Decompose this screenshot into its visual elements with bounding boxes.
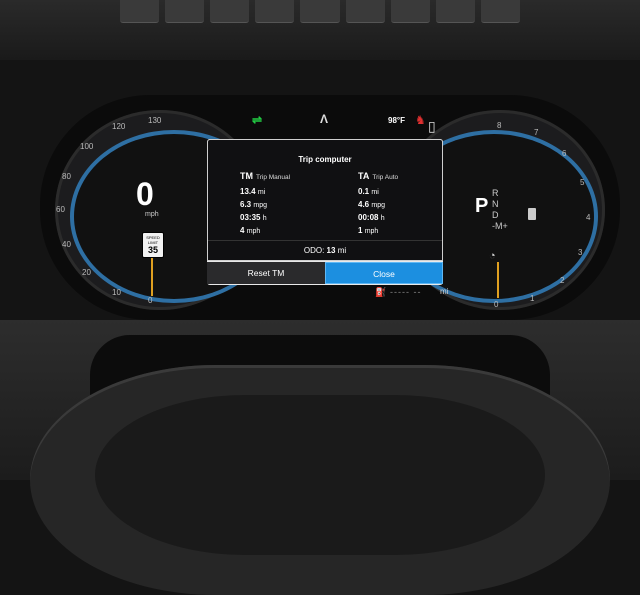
door-open-icon: ▯ bbox=[428, 118, 436, 134]
speed-tick: 0 bbox=[148, 296, 153, 305]
battery-icon bbox=[528, 208, 536, 220]
trip-auto-time: 00:08 h bbox=[358, 211, 458, 224]
rpm-tick: 3 bbox=[578, 248, 583, 257]
trip-computer-panel: Trip computer TM Trip Manual 13.4 mi 6.3 … bbox=[207, 139, 443, 261]
gear-list: R N D -M+ bbox=[492, 188, 508, 232]
adaptive-cruise-icon: ⇌ bbox=[252, 113, 263, 127]
unit: mpg bbox=[371, 202, 385, 209]
value: 4 bbox=[240, 226, 245, 235]
gear-selected: P bbox=[475, 195, 489, 217]
trip-auto-distance: 0.1 mi bbox=[358, 185, 458, 198]
dialog-title: Trip computer bbox=[298, 155, 352, 164]
rpm-tick: 8 bbox=[497, 121, 502, 130]
trip-computer-dialog: Trip computer TM Trip Manual 13.4 mi 6.3 … bbox=[207, 139, 443, 285]
trip-manual-avg-speed: 4 mph bbox=[240, 224, 340, 237]
odometer-label: ODO: bbox=[303, 246, 325, 255]
trip-manual-distance: 13.4 mi bbox=[240, 185, 340, 198]
rpm-tick: 1 bbox=[530, 294, 535, 303]
trip-auto-abbr: TA bbox=[358, 171, 370, 181]
rpm-tick: 4 bbox=[586, 213, 591, 222]
gear-option: R bbox=[492, 188, 499, 198]
unit: h bbox=[262, 215, 267, 222]
fuel-range-value: ----- -- bbox=[390, 287, 422, 297]
seatbelt-warning-icon: ♞ bbox=[415, 113, 426, 127]
trip-manual-header: TM Trip Manual bbox=[240, 171, 340, 181]
unit: mph bbox=[246, 228, 261, 235]
speed-tick: 20 bbox=[82, 268, 91, 277]
vent-slat bbox=[120, 0, 160, 23]
reset-tm-button[interactable]: Reset TM bbox=[207, 262, 325, 284]
gear-option: -M+ bbox=[492, 221, 508, 231]
unit: h bbox=[380, 215, 385, 222]
steering-wheel-hub bbox=[95, 395, 545, 555]
trip-auto-name: Trip Auto bbox=[372, 174, 399, 181]
trip-manual-time: 03:35 h bbox=[240, 211, 340, 224]
speed-limit-value: 35 bbox=[147, 245, 158, 255]
unit: mi bbox=[371, 189, 379, 196]
vent-slat bbox=[480, 0, 520, 23]
value: 1 bbox=[358, 226, 363, 235]
rpm-tick: 7 bbox=[534, 128, 539, 137]
fuel-pump-icon: ⛽ bbox=[375, 287, 387, 297]
air-vent bbox=[120, 0, 520, 23]
odometer-value: 13 bbox=[326, 246, 336, 255]
vent-slat bbox=[255, 0, 295, 23]
dashboard-top bbox=[0, 0, 640, 60]
rpm-tick: 5 bbox=[580, 178, 585, 187]
trip-auto-economy: 4.6 mpg bbox=[358, 198, 458, 211]
value: 13.4 bbox=[240, 187, 256, 196]
speed-tick: 100 bbox=[80, 142, 94, 151]
speedometer-needle bbox=[151, 258, 153, 296]
speed-limit-label: SPEED LIMIT bbox=[146, 235, 160, 245]
value: 00:08 bbox=[358, 213, 379, 222]
odometer-unit: mi bbox=[337, 246, 347, 255]
gear-option: N bbox=[492, 199, 499, 209]
speed-tick: 80 bbox=[62, 172, 71, 181]
trip-manual-column: TM Trip Manual 13.4 mi 6.3 mpg 03:35 h 4 … bbox=[240, 171, 340, 237]
speed-tick: 130 bbox=[148, 116, 162, 125]
outside-temperature: 98°F bbox=[388, 116, 405, 125]
unit: mpg bbox=[253, 202, 267, 209]
speed-tick: 40 bbox=[62, 240, 71, 249]
unit: mph bbox=[364, 228, 379, 235]
vent-slat bbox=[435, 0, 475, 23]
value: 6.3 bbox=[240, 200, 252, 209]
trip-auto-avg-speed: 1 mph bbox=[358, 224, 458, 237]
speed-tick: 10 bbox=[112, 288, 121, 297]
unit: mi bbox=[257, 189, 266, 196]
rpm-tick: 6 bbox=[562, 149, 567, 158]
speed-readout: 0 bbox=[136, 176, 154, 212]
fuel-range-unit: mi bbox=[440, 287, 449, 296]
tachometer-needle bbox=[497, 262, 499, 298]
vent-slat bbox=[165, 0, 205, 23]
speed-unit: mph bbox=[145, 211, 159, 218]
value: 4.6 bbox=[358, 200, 370, 209]
vent-slat bbox=[210, 0, 250, 23]
rpm-tick: 0 bbox=[494, 300, 499, 309]
trip-manual-abbr: TM bbox=[240, 171, 253, 181]
rpm-tick: 2 bbox=[560, 276, 565, 285]
trip-auto-header: TA Trip Auto bbox=[358, 171, 458, 181]
value: 0.1 bbox=[358, 187, 370, 196]
vent-slat bbox=[390, 0, 430, 23]
speed-tick: 60 bbox=[56, 205, 65, 214]
value: 03:35 bbox=[240, 213, 261, 222]
gear-option: D bbox=[492, 210, 499, 220]
close-button[interactable]: Close bbox=[325, 262, 443, 284]
trip-manual-economy: 6.3 mpg bbox=[240, 198, 340, 211]
vent-slat bbox=[345, 0, 385, 23]
trip-manual-name: Trip Manual bbox=[256, 174, 291, 181]
trip-auto-column: TA Trip Auto 0.1 mi 4.6 mpg 00:08 h 1 mph bbox=[358, 171, 458, 237]
odometer-row: ODO: 13 mi bbox=[208, 240, 442, 261]
vent-slat bbox=[300, 0, 340, 23]
speed-limit-sign: SPEED LIMIT 35 bbox=[142, 232, 164, 258]
speed-tick: 120 bbox=[112, 122, 126, 131]
lane-assist-icon: Λ bbox=[320, 112, 329, 126]
eco-mode-icon: ◔ bbox=[489, 250, 496, 262]
